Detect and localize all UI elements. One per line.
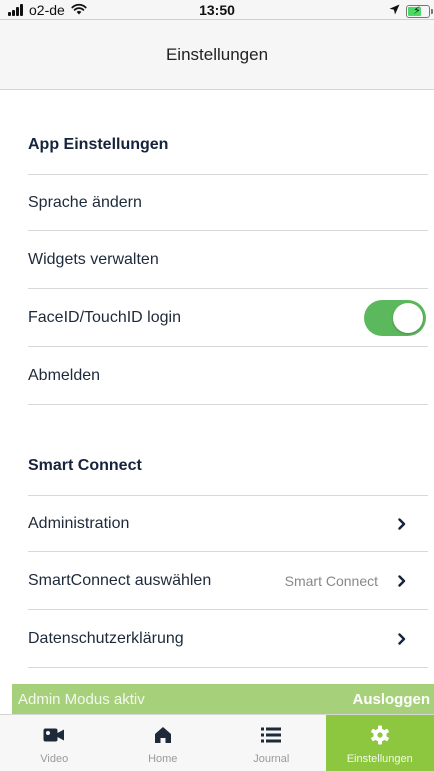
battery-icon: ⚡ <box>406 4 433 18</box>
admin-logout-button[interactable]: Ausloggen <box>353 691 431 708</box>
status-right: ⚡ <box>389 2 433 20</box>
location-arrow-icon <box>389 2 400 20</box>
page-title: Einstellungen <box>165 44 269 64</box>
row-label: Widgets verwalten <box>28 251 159 268</box>
row-manage-widgets[interactable]: Widgets verwalten <box>28 232 428 289</box>
chevron-right-icon <box>392 633 412 645</box>
charging-bolt-icon: ⚡ <box>413 4 421 17</box>
tab-label: Einstellungen <box>346 753 413 765</box>
row-label: Abmelden <box>28 367 101 384</box>
chevron-right-icon <box>392 575 412 587</box>
tab-bar: Video Home Journal Einstellungen <box>0 714 434 771</box>
row-change-language[interactable]: Sprache ändern <box>28 174 428 231</box>
status-bar: o2-de 13:50 ⚡ <box>0 0 434 20</box>
row-label: Datenschutzerklärung <box>28 630 184 647</box>
section-header-app-settings: App Einstellungen <box>28 136 169 153</box>
list-icon <box>261 723 282 747</box>
status-time: 13:50 <box>199 2 235 18</box>
admin-mode-text: Admin Modus aktiv <box>18 690 145 708</box>
tab-video[interactable]: Video <box>0 715 109 771</box>
row-privacy-policy[interactable]: Datenschutzerklärung <box>28 611 428 668</box>
tab-label: Video <box>40 753 69 765</box>
row-faceid-login: FaceID/TouchID login <box>28 290 428 347</box>
tab-label: Home <box>148 753 178 765</box>
tab-settings[interactable]: Einstellungen <box>325 715 434 771</box>
chevron-right-icon <box>392 517 412 530</box>
gear-icon <box>370 723 390 747</box>
row-select-smartconnect[interactable]: SmartConnect auswählen Smart Connect <box>28 553 428 610</box>
settings-content[interactable]: App Einstellungen Sprache ändern Widgets… <box>0 90 434 684</box>
row-label: SmartConnect auswählen <box>28 572 212 589</box>
tab-journal[interactable]: Journal <box>217 715 326 771</box>
row-administration[interactable]: Administration <box>28 495 428 552</box>
home-icon <box>154 723 172 747</box>
admin-mode-banner: Admin Modus aktiv Ausloggen <box>12 684 434 714</box>
row-label: Sprache ändern <box>28 193 142 211</box>
selected-smartconnect-value: Smart Connect <box>284 573 378 589</box>
tab-label: Journal <box>253 753 290 765</box>
toggle-knob <box>393 303 423 333</box>
navigation-bar: Einstellungen <box>0 20 434 90</box>
row-logout[interactable]: Abmelden <box>28 348 428 405</box>
video-camera-icon <box>43 723 65 747</box>
tab-home[interactable]: Home <box>109 715 218 771</box>
row-label: FaceID/TouchID login <box>28 309 181 326</box>
faceid-toggle[interactable] <box>364 300 426 336</box>
row-label: Administration <box>28 514 130 532</box>
section-header-smart-connect: Smart Connect <box>28 457 142 474</box>
